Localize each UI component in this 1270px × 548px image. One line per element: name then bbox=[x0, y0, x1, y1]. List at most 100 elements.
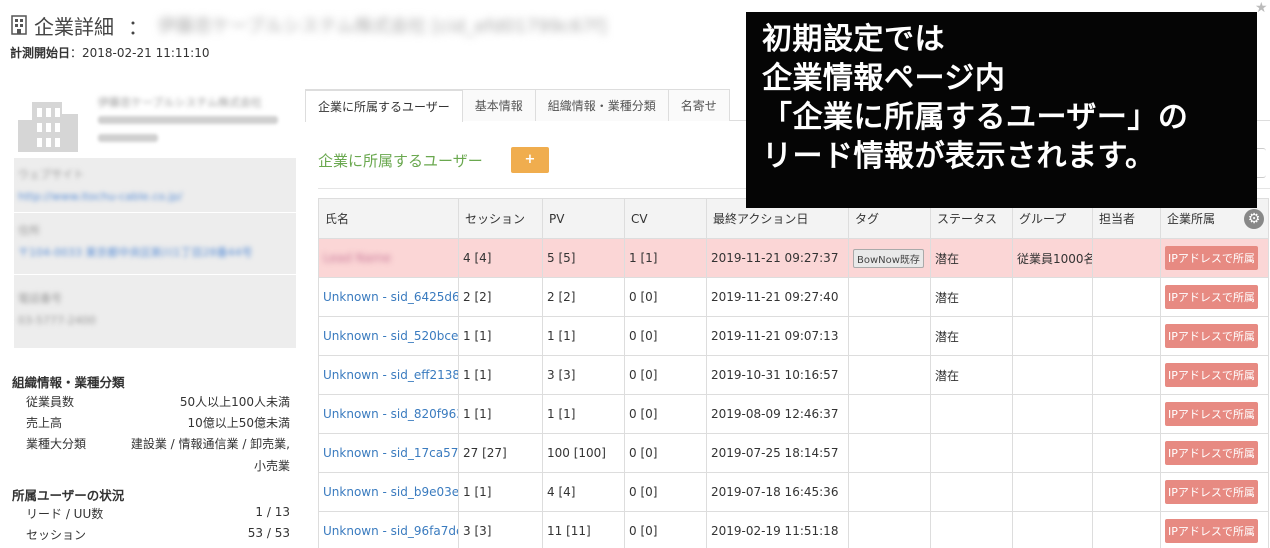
employee-count-value: 50人以上100人未満 bbox=[179, 395, 290, 409]
affiliation-cell[interactable]: IPアドレスで所属 bbox=[1160, 511, 1269, 548]
status-cell: 潜在 bbox=[930, 316, 1013, 356]
company-card-line bbox=[98, 134, 158, 142]
pv-cell: 2 [2] bbox=[542, 277, 625, 317]
affiliation-cell-text[interactable]: IPアドレスで所属 bbox=[1165, 285, 1258, 309]
lead-name-cell-text[interactable]: Unknown - sid_520bceb9 bbox=[323, 329, 458, 343]
status-cell: 潜在 bbox=[930, 238, 1013, 278]
callout-line: 初期設定では bbox=[762, 22, 945, 57]
table-row[interactable]: Lead Name 4 [4] 5 [5] 1 [1] 2019-11-21 09:27… bbox=[318, 238, 1269, 278]
pv-cell-text: 1 [1] bbox=[547, 329, 576, 343]
table-row[interactable]: Unknown - sid_520bceb9 1 [1] 1 [1] 0 [0] 201… bbox=[318, 316, 1269, 356]
title-colon: ： bbox=[128, 14, 148, 39]
table-row[interactable]: Unknown - sid_96fa7dec6 3 [3] 11 [11] 0 [0]… bbox=[318, 511, 1269, 548]
table-row[interactable]: Unknown - sid_6425d6d3 2 [2] 2 [2] 0 [0] 201… bbox=[318, 277, 1269, 317]
affiliation-cell[interactable]: IPアドレスで所属 bbox=[1160, 433, 1269, 473]
pv-cell: 5 [5] bbox=[542, 238, 625, 278]
lead-name-cell[interactable]: Unknown - sid_eff2138c7 bbox=[318, 355, 459, 395]
status-cell: 潜在 bbox=[930, 355, 1013, 395]
session-cell: 27 [27] bbox=[458, 433, 543, 473]
cv-cell: 0 [0] bbox=[624, 394, 707, 434]
col-pv[interactable]: PV bbox=[542, 198, 625, 239]
measure-start-value: ：2018-02-21 11:11:10 bbox=[70, 46, 210, 60]
employee-count-label: 従業員数 bbox=[26, 395, 75, 409]
session-cell-text: 1 [1] bbox=[463, 485, 492, 499]
info-divider bbox=[14, 212, 296, 213]
affiliation-cell-text[interactable]: IPアドレスで所属 bbox=[1165, 519, 1258, 543]
pv-cell: 1 [1] bbox=[542, 394, 625, 434]
pv-cell-text: 100 [100] bbox=[547, 446, 606, 460]
lead-name-cell[interactable]: Lead Name bbox=[318, 238, 459, 278]
gear-icon[interactable]: ⚙ bbox=[1244, 209, 1264, 229]
affiliation-cell[interactable]: IPアドレスで所属 bbox=[1160, 238, 1269, 278]
lead-name-cell-text[interactable]: Unknown - sid_b9e03e3a bbox=[323, 485, 458, 499]
affiliation-cell-text[interactable]: IPアドレスで所属 bbox=[1165, 246, 1258, 270]
lead-name-cell[interactable]: Unknown - sid_6425d6d3 bbox=[318, 277, 459, 317]
affiliation-cell[interactable]: IPアドレスで所属 bbox=[1160, 277, 1269, 317]
cv-cell: 1 [1] bbox=[624, 238, 707, 278]
affiliation-cell-text[interactable]: IPアドレスで所属 bbox=[1165, 402, 1258, 426]
group-cell-text: 従業員1000名 bbox=[1017, 251, 1093, 266]
session-cell: 3 [3] bbox=[458, 511, 543, 548]
affiliation-cell[interactable]: IPアドレスで所属 bbox=[1160, 316, 1269, 356]
col-name[interactable]: 氏名 bbox=[318, 198, 459, 239]
tab-name-merge[interactable]: 名寄せ bbox=[667, 89, 730, 121]
website-link[interactable]: http://www.itochu-cable.co.jp/ bbox=[18, 190, 182, 203]
affiliation-cell[interactable]: IPアドレスで所属 bbox=[1160, 472, 1269, 512]
affiliation-cell[interactable]: IPアドレスで所属 bbox=[1160, 355, 1269, 395]
lead-name-cell[interactable]: Unknown - sid_96fa7dec6 bbox=[318, 511, 459, 548]
website-label: ウェブサイト bbox=[18, 168, 84, 181]
lead-name-cell-text[interactable]: Unknown - sid_17ca57f0e bbox=[323, 446, 458, 460]
col-cv[interactable]: CV bbox=[624, 198, 707, 239]
affiliation-cell-text[interactable]: IPアドレスで所属 bbox=[1165, 480, 1258, 504]
star-icon[interactable]: ★ bbox=[1255, 0, 1270, 16]
tab-company-users[interactable]: 企業に所属するユーザー bbox=[305, 89, 463, 122]
add-user-button[interactable]: + bbox=[511, 147, 549, 173]
cv-cell: 0 [0] bbox=[624, 316, 707, 356]
lead-name-cell[interactable]: Unknown - sid_520bceb9 bbox=[318, 316, 459, 356]
last-action-cell-text: 2019-02-19 11:51:18 bbox=[711, 524, 839, 538]
owner-cell bbox=[1092, 511, 1161, 548]
company-card-name-blurred: 伊藤忠ケーブルシステム株式会社 bbox=[98, 96, 263, 109]
lead-name-cell-text[interactable]: Unknown - sid_6425d6d3 bbox=[323, 290, 458, 304]
session-cell: 1 [1] bbox=[458, 394, 543, 434]
tag-cell bbox=[848, 355, 931, 395]
table-row[interactable]: Unknown - sid_b9e03e3a 1 [1] 4 [4] 0 [0] 201… bbox=[318, 472, 1269, 512]
last-action-cell: 2019-11-21 09:07:13 bbox=[706, 316, 849, 356]
measure-start-date: 計測開始日：2018-02-21 11:11:10 bbox=[10, 44, 209, 61]
lead-name-cell-text[interactable]: Unknown - sid_96fa7dec6 bbox=[323, 524, 458, 538]
affiliation-cell-text[interactable]: IPアドレスで所属 bbox=[1165, 441, 1258, 465]
tab-org-info[interactable]: 組織情報・業種分類 bbox=[534, 89, 669, 121]
affiliation-cell[interactable]: IPアドレスで所属 bbox=[1160, 394, 1269, 434]
session-cell: 4 [4] bbox=[458, 238, 543, 278]
cv-cell-text: 0 [0] bbox=[629, 290, 658, 304]
group-cell bbox=[1012, 277, 1093, 317]
status-cell-text: 潜在 bbox=[935, 368, 960, 383]
col-affiliation-label: 企業所属 bbox=[1167, 212, 1216, 226]
table-row[interactable]: Unknown - sid_820f9637 1 [1] 1 [1] 0 [0] 201… bbox=[318, 394, 1269, 434]
tab-basic-info[interactable]: 基本情報 bbox=[461, 89, 536, 121]
company-building-icon bbox=[18, 102, 78, 152]
lead-name-cell[interactable]: Unknown - sid_b9e03e3a bbox=[318, 472, 459, 512]
building-icon bbox=[11, 15, 27, 35]
affiliation-cell-text[interactable]: IPアドレスで所属 bbox=[1165, 363, 1258, 387]
cv-cell-text: 0 [0] bbox=[629, 446, 658, 460]
status-cell-text: 潜在 bbox=[935, 329, 960, 344]
owner-cell bbox=[1092, 472, 1161, 512]
phone-label: 電話番号 bbox=[18, 292, 62, 305]
table-row[interactable]: Unknown - sid_eff2138c7 1 [1] 3 [3] 0 [0] 20… bbox=[318, 355, 1269, 395]
address-link[interactable]: 〒104-0033 東京都中央区新川1丁目28番44号 bbox=[18, 244, 252, 260]
lead-name-cell[interactable]: Unknown - sid_820f9637 bbox=[318, 394, 459, 434]
last-action-cell: 2019-02-19 11:51:18 bbox=[706, 511, 849, 548]
table-row[interactable]: Unknown - sid_17ca57f0e 27 [27] 100 [100] 0… bbox=[318, 433, 1269, 473]
lead-name-cell[interactable]: Unknown - sid_17ca57f0e bbox=[318, 433, 459, 473]
session-cell: 2 [2] bbox=[458, 277, 543, 317]
lead-name-cell-text[interactable]: Unknown - sid_eff2138c7 bbox=[323, 368, 458, 382]
last-action-cell-text: 2019-07-18 16:45:36 bbox=[711, 485, 839, 499]
col-session[interactable]: セッション bbox=[458, 198, 543, 239]
session-cell-text: 1 [1] bbox=[463, 368, 492, 382]
affiliation-cell-text[interactable]: IPアドレスで所属 bbox=[1165, 324, 1258, 348]
lead-name-cell-text[interactable]: Lead Name bbox=[323, 251, 391, 265]
industry-value: 建設業 / 情報通信業 / 卸売業, bbox=[130, 437, 290, 451]
lead-name-cell-text[interactable]: Unknown - sid_820f9637 bbox=[323, 407, 458, 421]
last-action-cell-text: 2019-07-25 18:14:57 bbox=[711, 446, 839, 460]
